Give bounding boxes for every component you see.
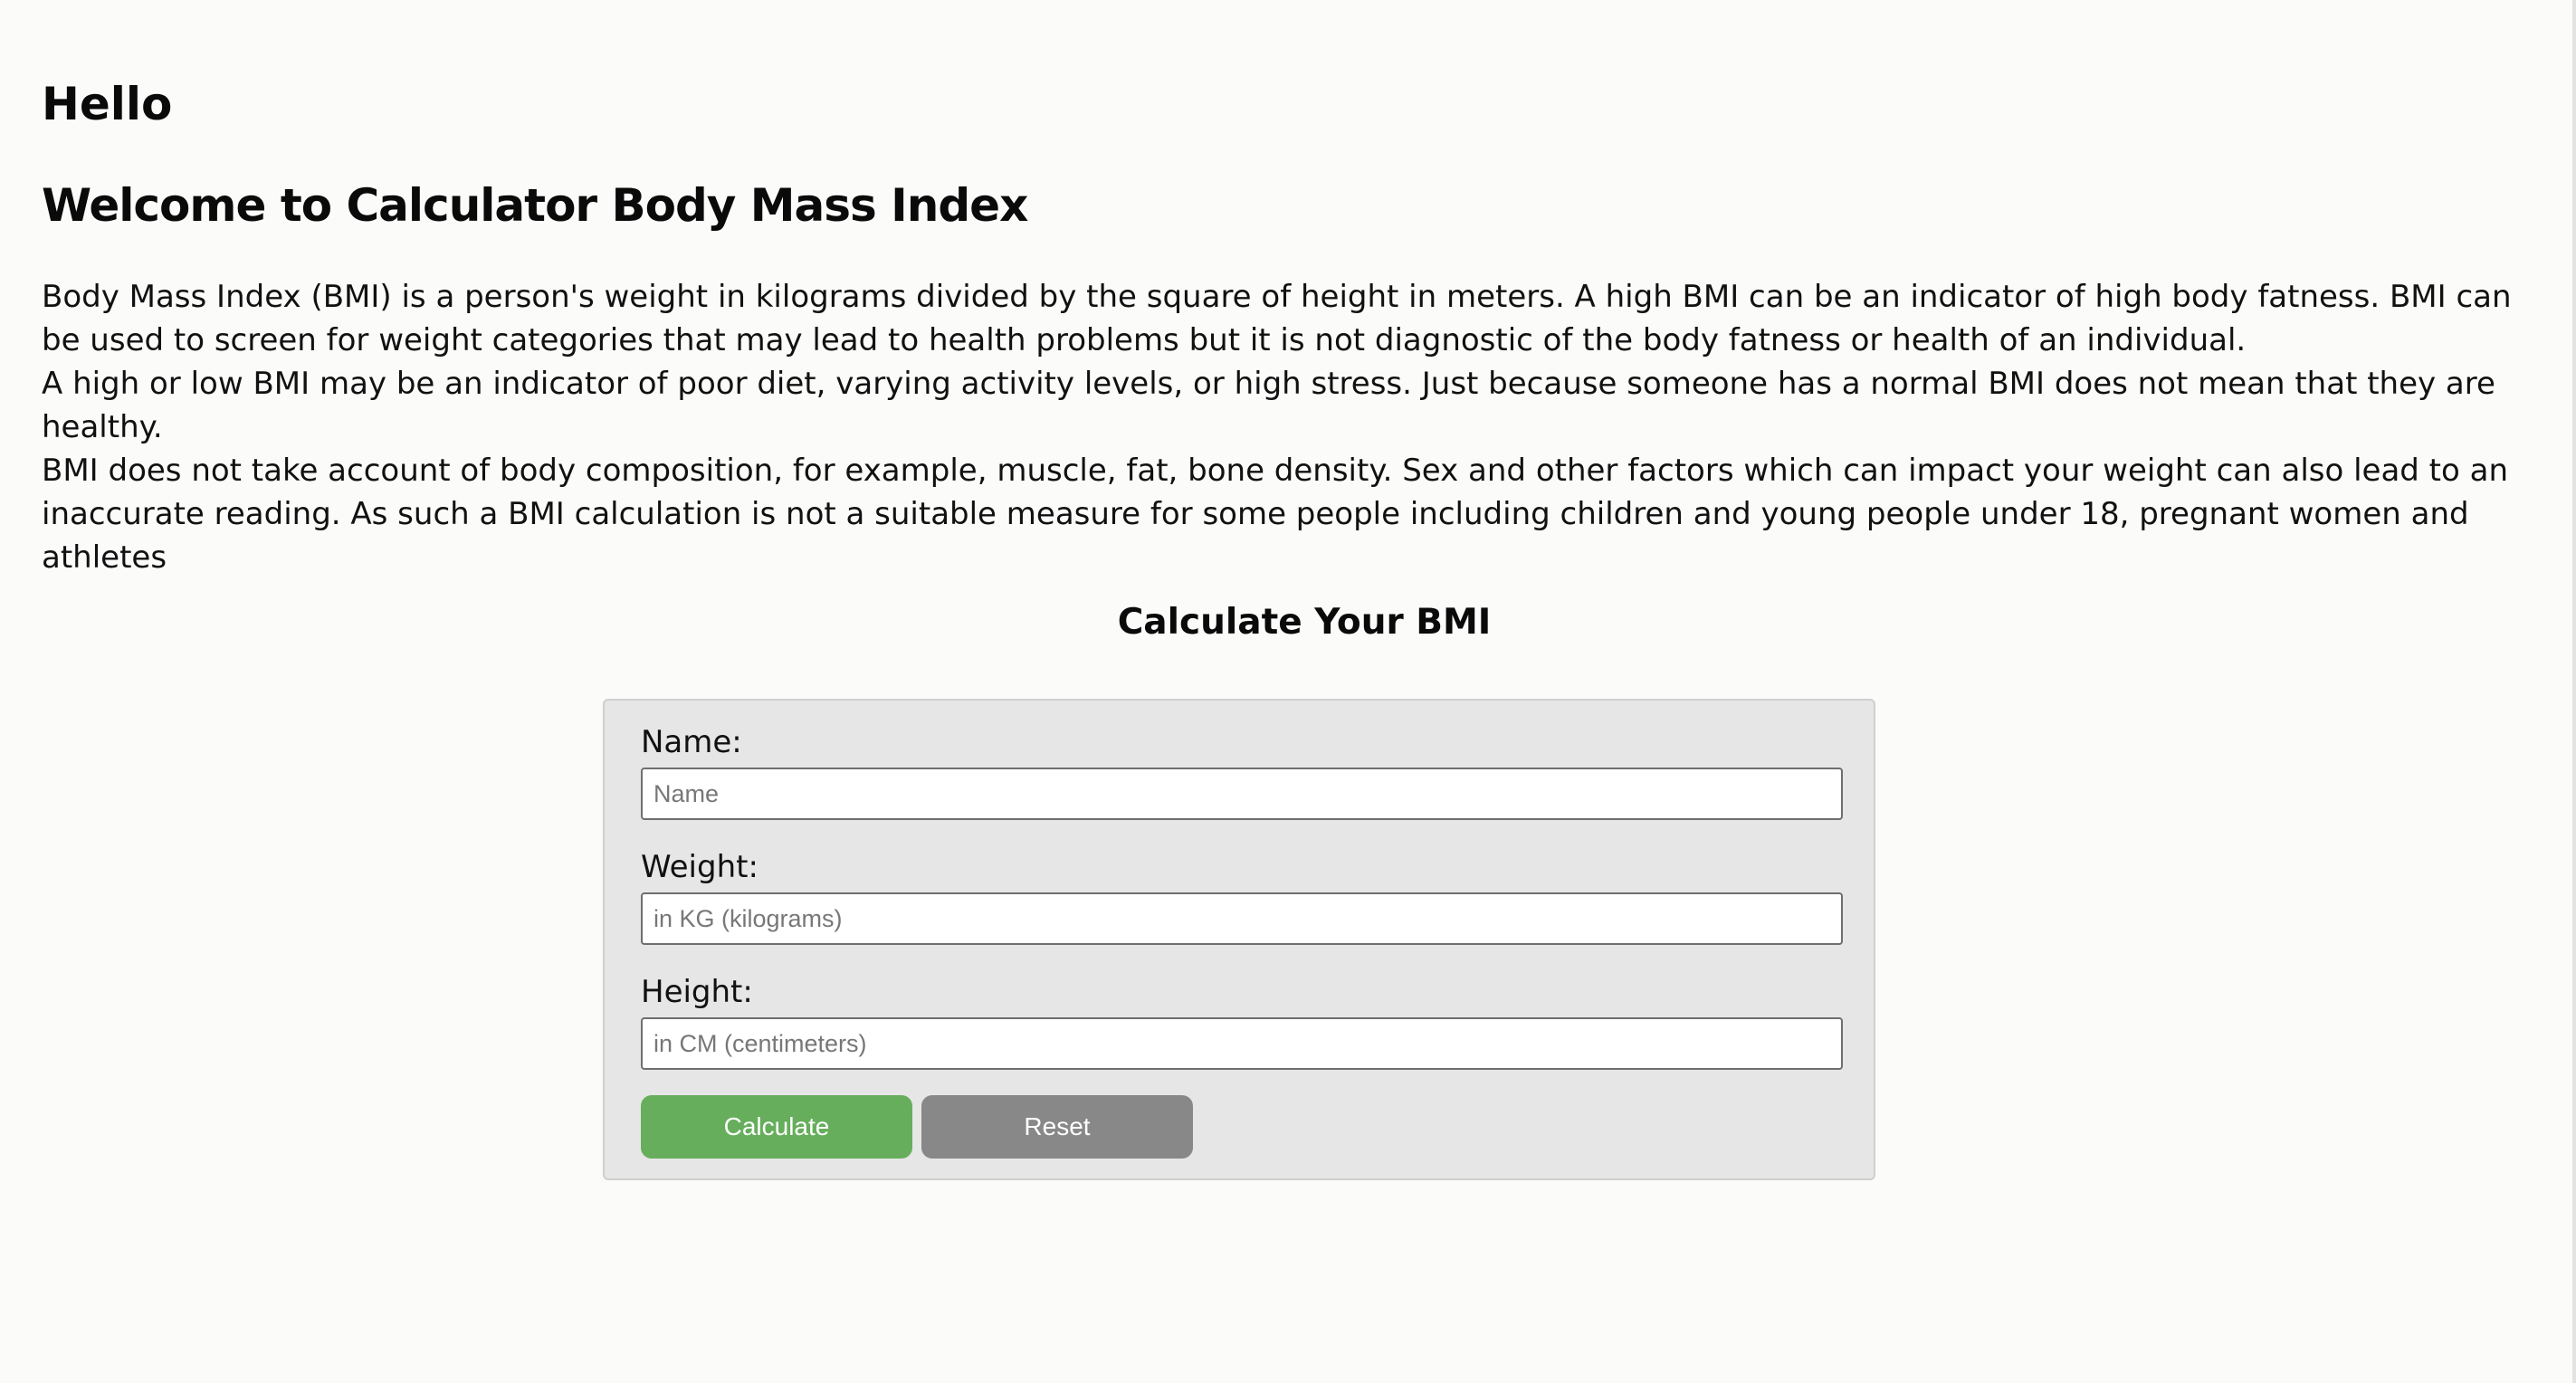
page-scrollbar[interactable] [2572, 0, 2576, 1383]
reset-button[interactable]: Reset [921, 1095, 1193, 1159]
intro-paragraph-3: BMI does not take account of body compos… [42, 453, 2508, 576]
intro-paragraph-2: A high or low BMI may be an indicator of… [42, 366, 2495, 445]
calculator-title: Calculate Your BMI [1117, 602, 1492, 643]
calculate-button[interactable]: Calculate [641, 1095, 912, 1159]
name-label: Name: [641, 724, 742, 760]
name-input[interactable] [641, 768, 1843, 820]
intro-text: Body Mass Index (BMI) is a person's weig… [42, 275, 2522, 579]
weight-input[interactable] [641, 892, 1843, 945]
bmi-form: Name: Weight: Height: Calculate Reset [603, 699, 1875, 1180]
weight-label: Weight: [641, 849, 758, 885]
height-input[interactable] [641, 1017, 1843, 1070]
page-title: Welcome to Calculator Body Mass Index [42, 179, 1028, 232]
greeting-heading: Hello [42, 78, 173, 130]
height-label: Height: [641, 974, 753, 1010]
intro-paragraph-1: Body Mass Index (BMI) is a person's weig… [42, 279, 2512, 358]
